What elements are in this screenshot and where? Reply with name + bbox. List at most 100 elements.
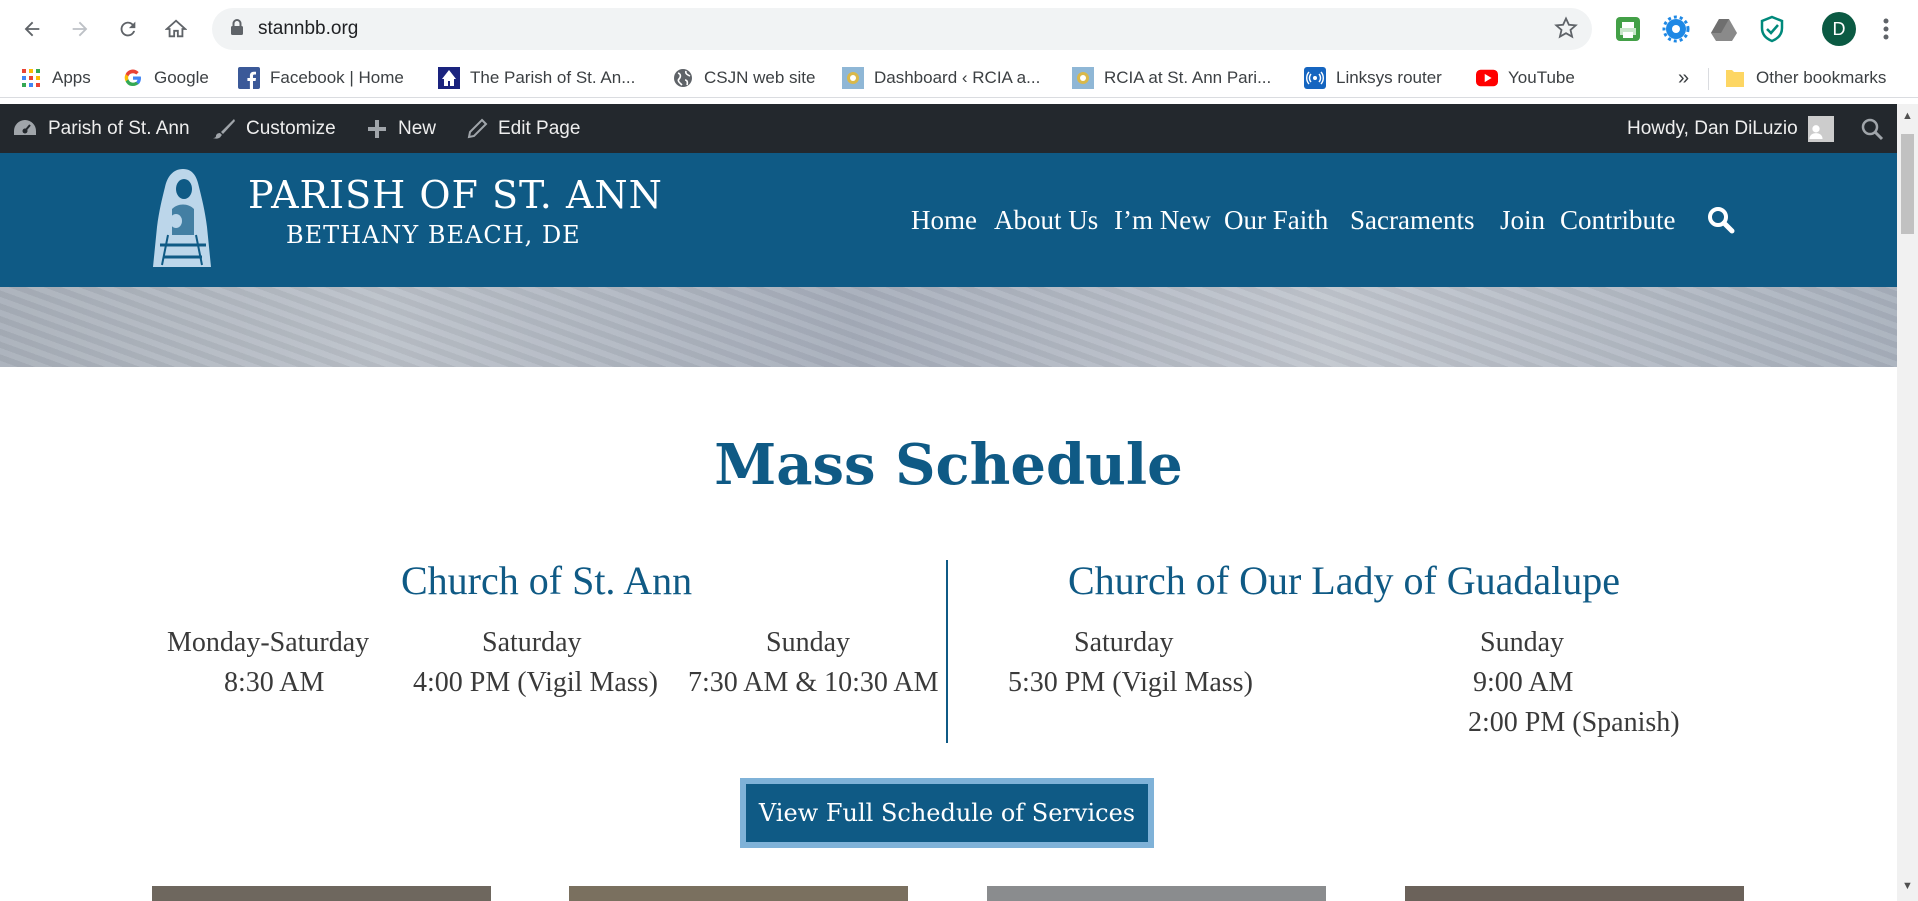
st-ann-weekday-time: 8:30 AM xyxy=(224,667,325,698)
bookmark-google[interactable]: Google xyxy=(122,65,209,91)
main-navigation: Home About Us I’m New Our Faith Sacramen… xyxy=(0,153,1897,287)
forward-arrow-icon[interactable] xyxy=(60,9,100,49)
bookmark-apps[interactable]: Apps xyxy=(20,65,91,91)
admin-site-name[interactable]: Parish of St. Ann xyxy=(12,104,190,153)
globe-icon xyxy=(672,67,694,89)
url-text: stannbb.org xyxy=(258,18,359,39)
admin-new-label: New xyxy=(398,117,437,139)
st-ann-saturday-time: 4:00 PM (Vigil Mass) xyxy=(413,667,658,698)
page-scrollbar[interactable]: ▲ ▼ xyxy=(1897,104,1918,901)
bookmark-rcia-dashboard[interactable]: Dashboard ‹ RCIA a... xyxy=(842,65,1040,91)
church-st-ann-title: Church of St. Ann xyxy=(401,558,693,603)
google-icon xyxy=(122,67,144,89)
main-content: Mass Schedule Church of St. Ann Monday-S… xyxy=(0,367,1897,901)
bookmark-label: CSJN web site xyxy=(704,68,816,87)
apps-grid-icon xyxy=(20,67,42,89)
admin-howdy-label: Howdy, Dan DiLuzio xyxy=(1627,117,1798,139)
bookmark-label: Google xyxy=(154,68,209,87)
admin-new[interactable]: New xyxy=(366,104,436,153)
bookmark-linksys[interactable]: Linksys router xyxy=(1304,65,1442,91)
bookmark-rcia-st-ann[interactable]: RCIA at St. Ann Pari... xyxy=(1072,65,1271,91)
drive-extension-icon[interactable] xyxy=(1710,15,1738,43)
other-bookmarks[interactable]: Other bookmarks xyxy=(1724,65,1886,91)
rcia-favicon xyxy=(842,67,864,89)
bookmark-label: Facebook | Home xyxy=(270,68,404,87)
page-title: Mass Schedule xyxy=(714,432,1183,498)
nav-about-us[interactable]: About Us xyxy=(994,205,1098,236)
admin-search-icon[interactable] xyxy=(1860,104,1894,153)
bookmark-label: Apps xyxy=(52,68,91,87)
admin-customize[interactable]: Customize xyxy=(212,104,336,153)
home-icon[interactable] xyxy=(156,9,196,49)
guadalupe-sunday-time-2: 2:00 PM (Spanish) xyxy=(1468,707,1680,738)
content-thumbnail[interactable] xyxy=(1405,886,1744,901)
bookmark-label: The Parish of St. An... xyxy=(470,68,636,87)
parish-favicon xyxy=(438,67,460,89)
bookmark-star-icon[interactable] xyxy=(1554,16,1578,45)
guadalupe-sunday-label: Sunday xyxy=(1480,627,1564,658)
nav-search-icon[interactable] xyxy=(1706,205,1736,235)
printer-extension-icon[interactable] xyxy=(1614,15,1642,43)
admin-account[interactable]: Howdy, Dan DiLuzio xyxy=(1627,104,1834,153)
st-ann-saturday-label: Saturday xyxy=(482,627,582,658)
scroll-down-arrow-icon[interactable]: ▼ xyxy=(1901,880,1914,892)
admin-edit-page[interactable]: Edit Page xyxy=(466,104,580,153)
hero-banner-image xyxy=(0,287,1897,367)
bookmark-parish[interactable]: The Parish of St. An... xyxy=(438,65,635,91)
st-ann-weekday-label: Monday-Saturday xyxy=(167,627,370,658)
profile-avatar[interactable]: D xyxy=(1822,12,1856,46)
browser-toolbar: stannbb.org D xyxy=(0,0,1918,58)
nav-home[interactable]: Home xyxy=(911,205,977,236)
nav-join[interactable]: Join xyxy=(1500,205,1545,236)
rcia-favicon xyxy=(1072,67,1094,89)
admin-site-name-label: Parish of St. Ann xyxy=(48,117,190,139)
youtube-icon xyxy=(1476,67,1498,89)
st-ann-sunday-time: 7:30 AM & 10:30 AM xyxy=(688,667,939,698)
scroll-up-arrow-icon[interactable]: ▲ xyxy=(1901,110,1914,122)
nav-im-new[interactable]: I’m New xyxy=(1114,205,1211,236)
back-arrow-icon[interactable] xyxy=(12,9,52,49)
bookmark-facebook[interactable]: Facebook | Home xyxy=(238,65,404,91)
other-bookmarks-label: Other bookmarks xyxy=(1756,68,1887,87)
admin-edit-page-label: Edit Page xyxy=(498,117,581,139)
dashboard-gauge-icon xyxy=(14,119,36,135)
guadalupe-sunday-time-1: 9:00 AM xyxy=(1473,667,1574,698)
nav-contribute[interactable]: Contribute xyxy=(1560,205,1676,236)
kebab-menu-icon[interactable] xyxy=(1876,14,1896,44)
content-thumbnail[interactable] xyxy=(987,886,1326,901)
nav-our-faith[interactable]: Our Faith xyxy=(1224,205,1328,236)
bookmark-youtube[interactable]: YouTube xyxy=(1476,65,1575,91)
reload-icon[interactable] xyxy=(108,9,148,49)
shield-extension-icon[interactable] xyxy=(1758,15,1786,43)
content-thumbnail[interactable] xyxy=(569,886,908,901)
paintbrush-icon xyxy=(213,118,235,139)
bookmarks-overflow-button[interactable]: » xyxy=(1678,65,1689,91)
site-header: PARISH OF ST. ANN BETHANY BEACH, DE Home… xyxy=(0,153,1897,287)
st-ann-sunday-label: Sunday xyxy=(766,627,850,658)
view-full-schedule-button[interactable]: View Full Schedule of Services xyxy=(740,778,1154,848)
bookmark-label: RCIA at St. Ann Pari... xyxy=(1104,68,1272,87)
folder-icon xyxy=(1724,67,1746,89)
bookmark-label: Linksys router xyxy=(1336,68,1442,87)
address-bar[interactable]: stannbb.org xyxy=(212,8,1592,50)
nav-sacraments[interactable]: Sacraments xyxy=(1350,205,1474,236)
admin-customize-label: Customize xyxy=(246,117,336,139)
bookmarks-bar: Apps Google Facebook | Home The Parish o… xyxy=(0,58,1918,98)
bookmark-csjn[interactable]: CSJN web site xyxy=(672,65,815,91)
column-divider xyxy=(946,560,948,743)
gear-extension-icon[interactable] xyxy=(1662,15,1690,43)
church-guadalupe-title: Church of Our Lady of Guadalupe xyxy=(1068,558,1621,603)
guadalupe-saturday-time: 5:30 PM (Vigil Mass) xyxy=(1008,667,1253,698)
linksys-icon xyxy=(1304,67,1326,89)
content-thumbnail[interactable] xyxy=(152,886,491,901)
user-avatar-icon xyxy=(1807,115,1834,142)
scroll-thumb[interactable] xyxy=(1901,134,1914,234)
plus-icon xyxy=(368,119,386,138)
bookmarks-divider xyxy=(1708,68,1709,90)
pencil-icon xyxy=(467,118,488,138)
facebook-icon xyxy=(238,67,260,89)
bookmark-label: Dashboard ‹ RCIA a... xyxy=(874,68,1041,87)
bookmark-label: YouTube xyxy=(1508,68,1575,87)
wp-admin-bar: Parish of St. Ann Customize New Edit Pag… xyxy=(0,104,1897,153)
guadalupe-saturday-label: Saturday xyxy=(1074,627,1174,658)
